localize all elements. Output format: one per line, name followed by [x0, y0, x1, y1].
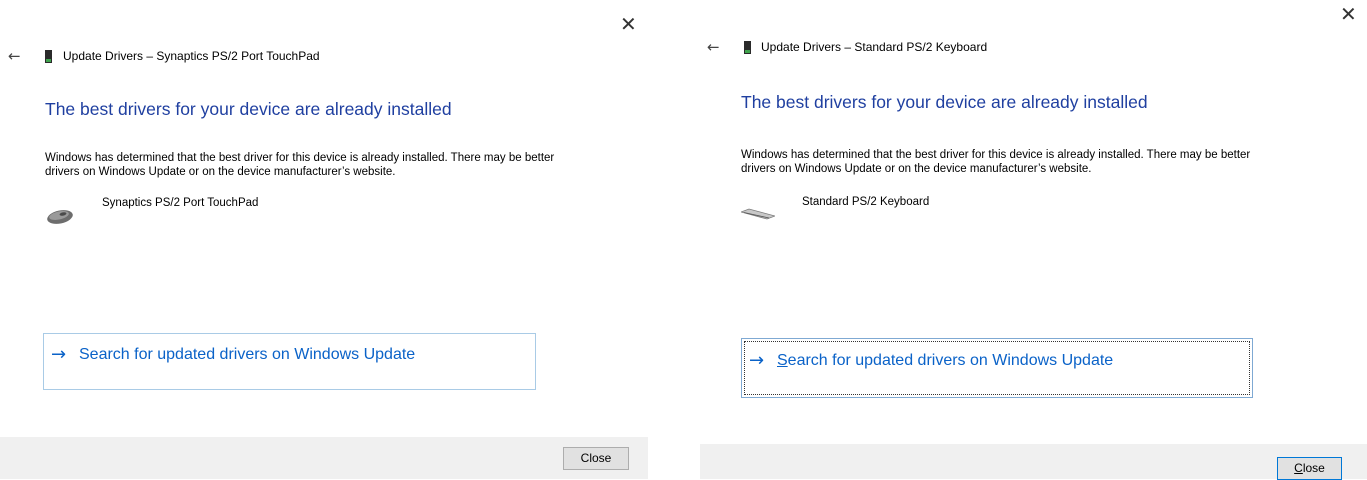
close-icon[interactable]: ✕	[1340, 4, 1357, 24]
search-windows-update-link[interactable]: → Search for updated drivers on Windows …	[741, 338, 1253, 398]
keyboard-icon	[741, 208, 775, 220]
arrow-right-icon: →	[749, 350, 765, 371]
search-link-label: Search for updated drivers on Windows Up…	[79, 346, 416, 363]
search-link-label: Search for updated drivers on Windows Up…	[777, 352, 1114, 369]
device-name: Standard PS/2 Keyboard	[802, 196, 930, 208]
close-icon[interactable]: ✕	[620, 14, 637, 34]
search-windows-update-link[interactable]: → Search for updated drivers on Windows …	[43, 333, 536, 390]
arrow-right-icon: →	[51, 344, 67, 365]
dialog-title: Update Drivers – Standard PS/2 Keyboard	[761, 40, 988, 54]
device-manager-icon	[744, 41, 751, 54]
back-arrow-icon[interactable]: ←	[8, 49, 21, 64]
dialog-title: Update Drivers – Synaptics PS/2 Port Tou…	[63, 49, 320, 63]
dialog-footer: Close	[0, 437, 648, 479]
description-text: Windows has determined that the best dri…	[741, 149, 1251, 175]
dialog-footer: Close	[700, 444, 1367, 480]
close-button[interactable]: Close	[563, 447, 629, 470]
device-name: Synaptics PS/2 Port TouchPad	[102, 197, 259, 209]
close-button[interactable]: Close	[1277, 457, 1342, 480]
page-heading: The best drivers for your device are alr…	[741, 92, 1148, 112]
touchpad-icon	[47, 210, 73, 224]
device-manager-icon	[45, 50, 52, 63]
page-heading: The best drivers for your device are alr…	[45, 99, 452, 119]
update-drivers-dialog-touchpad: ✕ ← Update Drivers – Synaptics PS/2 Port…	[0, 0, 648, 479]
update-drivers-dialog-keyboard: ✕ ← Update Drivers – Standard PS/2 Keybo…	[700, 0, 1367, 480]
description-text: Windows has determined that the best dri…	[45, 152, 555, 178]
back-arrow-icon[interactable]: ←	[707, 40, 720, 55]
